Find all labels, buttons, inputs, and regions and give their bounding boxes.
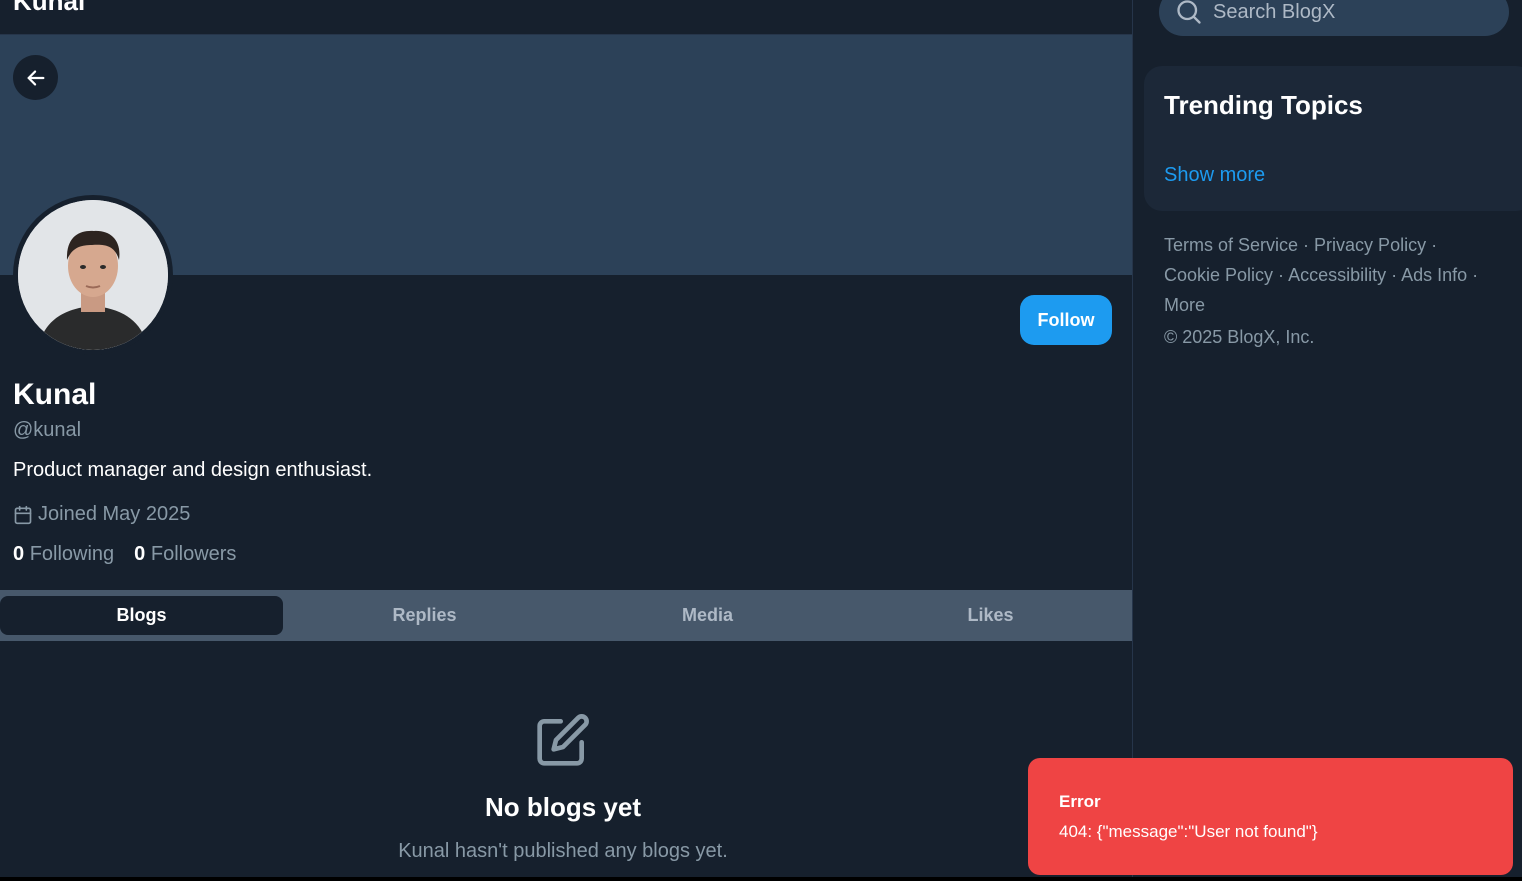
follow-button[interactable]: Follow [1020, 295, 1112, 345]
joined-date: Joined May 2025 [13, 503, 190, 526]
right-sidebar: Trending Topics Show more Terms of Servi… [1132, 0, 1522, 881]
profile-stats: 0 Following 0 Followers [13, 543, 236, 566]
privacy-link[interactable]: Privacy Policy [1314, 235, 1426, 255]
edit-icon [537, 714, 589, 766]
empty-state-subtitle: Kunal hasn't published any blogs yet. [398, 840, 728, 862]
following-count: 0 [13, 543, 25, 565]
trending-topics-card: Trending Topics Show more [1144, 66, 1522, 211]
arrow-left-icon [27, 69, 44, 86]
trending-title: Trending Topics [1164, 90, 1363, 120]
tab-likes[interactable]: Likes [849, 596, 1132, 635]
calendar-icon [14, 505, 32, 524]
toast-message: 404: {"message":"User not found"} [1059, 822, 1318, 841]
search-bar[interactable] [1159, 0, 1509, 36]
main-column: Kunal Follow Kunal @kunal Product manage… [0, 0, 1132, 881]
show-more-link[interactable]: Show more [1164, 164, 1265, 187]
ads-info-link[interactable]: Ads Info [1401, 265, 1467, 285]
error-toast[interactable]: Error 404: {"message":"User not found"} [1028, 758, 1513, 875]
empty-state-title: No blogs yet [484, 792, 641, 822]
terms-link[interactable]: Terms of Service [1164, 235, 1298, 255]
followers-label: Followers [150, 543, 237, 565]
profile-bio: Product manager and design enthusiast. [13, 459, 373, 481]
empty-state: No blogs yet Kunal hasn't published any … [0, 700, 1126, 862]
copyright: © 2025 BlogX, Inc. [1164, 327, 1315, 347]
followers-count: 0 [134, 543, 146, 565]
footer-links: Terms of Service · Privacy Policy · Cook… [1164, 235, 1479, 315]
profile-handle: @kunal [13, 419, 82, 441]
avatar-image [18, 200, 168, 350]
cookie-link[interactable]: Cookie Policy [1164, 265, 1273, 285]
profile-name: Kunal [13, 378, 97, 411]
following-stat[interactable]: 0 Following [13, 543, 114, 566]
profile-banner [0, 35, 1132, 275]
avatar[interactable] [13, 195, 173, 355]
profile-tabs: Blogs Replies Media Likes [0, 590, 1132, 641]
more-link[interactable]: More [1164, 295, 1205, 315]
header-title: Kunal [13, 0, 86, 16]
toast-title: Error [1059, 792, 1101, 811]
joined-text: Joined May 2025 [38, 503, 191, 525]
following-label: Following [29, 543, 115, 565]
top-header: Kunal [0, 0, 1132, 35]
tab-media[interactable]: Media [566, 596, 849, 635]
back-button[interactable] [13, 55, 58, 100]
tab-blogs[interactable]: Blogs [0, 596, 283, 635]
tab-replies[interactable]: Replies [283, 596, 566, 635]
accessibility-link[interactable]: Accessibility [1288, 265, 1386, 285]
followers-stat[interactable]: 0 Followers [134, 543, 236, 566]
search-icon [1177, 0, 1201, 24]
bottom-edge [0, 877, 1522, 881]
search-input[interactable] [1211, 0, 1471, 25]
